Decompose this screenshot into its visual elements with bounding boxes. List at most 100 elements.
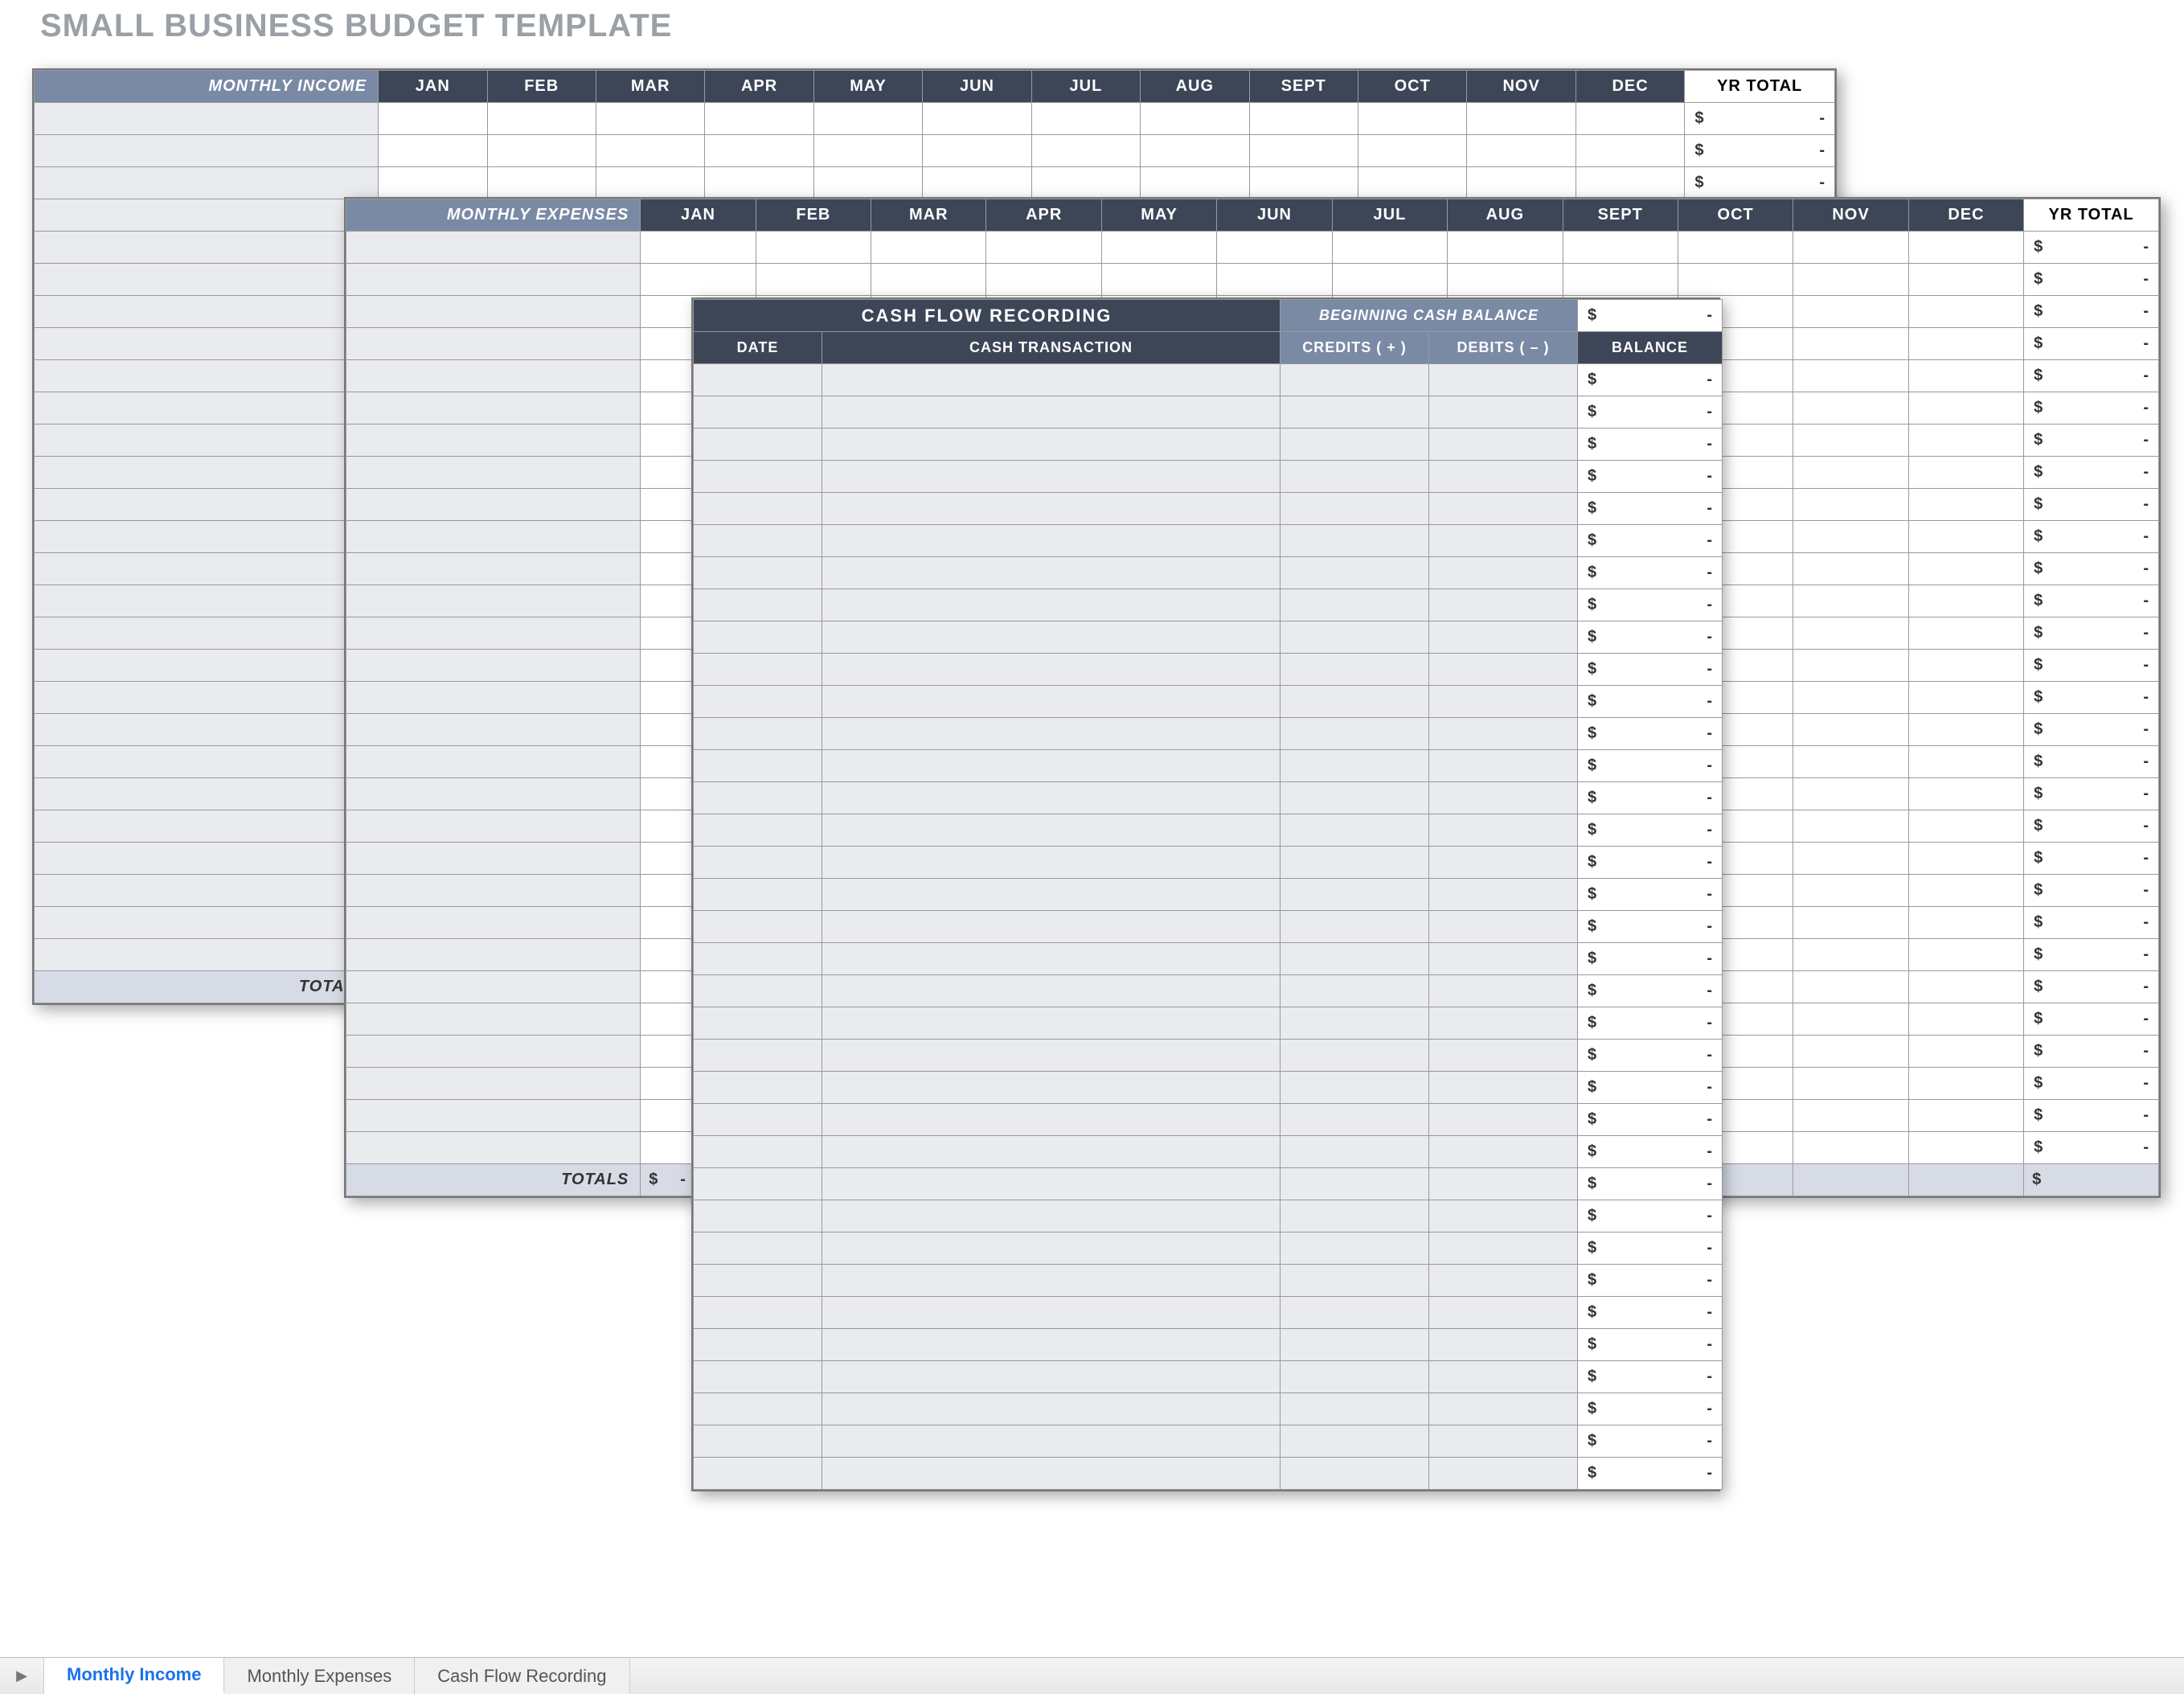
cashflow-credits-cell[interactable] [1280,782,1429,814]
cashflow-balance-cell[interactable]: $ [1578,396,1723,429]
expense-cell[interactable] [1793,425,1908,457]
expense-yr-cell[interactable]: $ [2024,296,2159,328]
cashflow-date-cell[interactable] [694,525,822,557]
cashflow-credits-cell[interactable] [1280,1329,1429,1361]
expense-yr-cell[interactable]: $ [2024,553,2159,585]
income-cell[interactable] [1576,135,1684,167]
income-row-label[interactable] [35,167,379,199]
income-yr-cell[interactable]: $ [1685,103,1835,135]
cashflow-balance-cell[interactable]: $ [1578,975,1723,1007]
cashflow-debits-cell[interactable] [1429,557,1578,589]
cashflow-trans-cell[interactable] [822,1233,1280,1265]
cashflow-debits-cell[interactable] [1429,1393,1578,1425]
cashflow-trans-cell[interactable] [822,1200,1280,1233]
expense-cell[interactable] [1563,264,1678,296]
expense-row-label[interactable] [346,521,641,553]
cashflow-date-cell[interactable] [694,911,822,943]
cashflow-balance-cell[interactable]: $ [1578,654,1723,686]
cashflow-credits-cell[interactable] [1280,364,1429,396]
cashflow-trans-cell[interactable] [822,493,1280,525]
cashflow-trans-cell[interactable] [822,1458,1280,1490]
expense-cell[interactable] [1908,810,2023,843]
cashflow-debits-cell[interactable] [1429,879,1578,911]
expense-row-label[interactable] [346,489,641,521]
expense-cell[interactable] [1793,457,1908,489]
expense-row-label[interactable] [346,875,641,907]
cashflow-trans-cell[interactable] [822,686,1280,718]
cashflow-balance-cell[interactable]: $ [1578,1104,1723,1136]
expense-yr-cell[interactable]: $ [2024,264,2159,296]
expense-cell[interactable] [1332,232,1447,264]
expense-cell[interactable] [1908,617,2023,650]
expense-yr-cell[interactable]: $ [2024,1003,2159,1036]
expense-cell[interactable] [1908,939,2023,971]
cashflow-date-cell[interactable] [694,1072,822,1104]
expense-cell[interactable] [1793,714,1908,746]
income-cell[interactable] [1249,167,1358,199]
cashflow-credits-cell[interactable] [1280,814,1429,847]
cashflow-balance-cell[interactable]: $ [1578,911,1723,943]
income-row-label[interactable] [35,296,379,328]
expense-cell[interactable] [1793,360,1908,392]
expense-cell[interactable] [1217,232,1332,264]
cashflow-credits-cell[interactable] [1280,750,1429,782]
cashflow-trans-cell[interactable] [822,364,1280,396]
expense-cell[interactable] [1908,682,2023,714]
cashflow-date-cell[interactable] [694,750,822,782]
cashflow-credits-cell[interactable] [1280,975,1429,1007]
cashflow-date-cell[interactable] [694,1458,822,1490]
expense-row-label[interactable] [346,810,641,843]
expense-cell[interactable] [1793,553,1908,585]
expense-cell[interactable] [1563,232,1678,264]
cashflow-credits-cell[interactable] [1280,1458,1429,1490]
expense-cell[interactable] [1908,971,2023,1003]
expense-cell[interactable] [1793,843,1908,875]
cashflow-date-cell[interactable] [694,429,822,461]
cashflow-date-cell[interactable] [694,782,822,814]
cashflow-credits-cell[interactable] [1280,525,1429,557]
expense-cell[interactable] [1908,1003,2023,1036]
income-row-label[interactable] [35,232,379,264]
income-cell[interactable] [1467,135,1576,167]
expense-row-label[interactable] [346,971,641,1003]
income-cell[interactable] [1031,135,1140,167]
income-row-label[interactable] [35,199,379,232]
income-row-label[interactable] [35,360,379,392]
expense-cell[interactable] [1908,521,2023,553]
cashflow-credits-cell[interactable] [1280,1168,1429,1200]
cashflow-trans-cell[interactable] [822,975,1280,1007]
expense-yr-cell[interactable]: $ [2024,778,2159,810]
expense-cell[interactable] [1908,360,2023,392]
expense-cell[interactable] [1908,843,2023,875]
income-cell[interactable] [487,135,596,167]
cashflow-debits-cell[interactable] [1429,589,1578,621]
expense-row-label[interactable] [346,232,641,264]
income-cell[interactable] [705,167,813,199]
cashflow-trans-cell[interactable] [822,589,1280,621]
income-cell[interactable] [1141,103,1249,135]
income-cell[interactable] [596,167,704,199]
expense-yr-cell[interactable]: $ [2024,875,2159,907]
cashflow-balance-cell[interactable]: $ [1578,750,1723,782]
cashflow-date-cell[interactable] [694,686,822,718]
expense-yr-cell[interactable]: $ [2024,521,2159,553]
expense-cell[interactable] [1793,746,1908,778]
expense-cell[interactable] [1793,1100,1908,1132]
cashflow-debits-cell[interactable] [1429,1007,1578,1040]
expense-cell[interactable] [1908,264,2023,296]
cashflow-balance-cell[interactable]: $ [1578,621,1723,654]
expense-cell[interactable] [641,232,756,264]
expense-cell[interactable] [1908,1100,2023,1132]
cashflow-trans-cell[interactable] [822,911,1280,943]
expense-cell[interactable] [1908,232,2023,264]
expense-cell[interactable] [1217,264,1332,296]
cashflow-debits-cell[interactable] [1429,1040,1578,1072]
cashflow-trans-cell[interactable] [822,429,1280,461]
income-cell[interactable] [596,103,704,135]
cashflow-trans-cell[interactable] [822,557,1280,589]
income-cell[interactable] [705,135,813,167]
expense-cell[interactable] [1908,296,2023,328]
cashflow-date-cell[interactable] [694,557,822,589]
income-row-label[interactable] [35,103,379,135]
expense-cell[interactable] [1908,714,2023,746]
